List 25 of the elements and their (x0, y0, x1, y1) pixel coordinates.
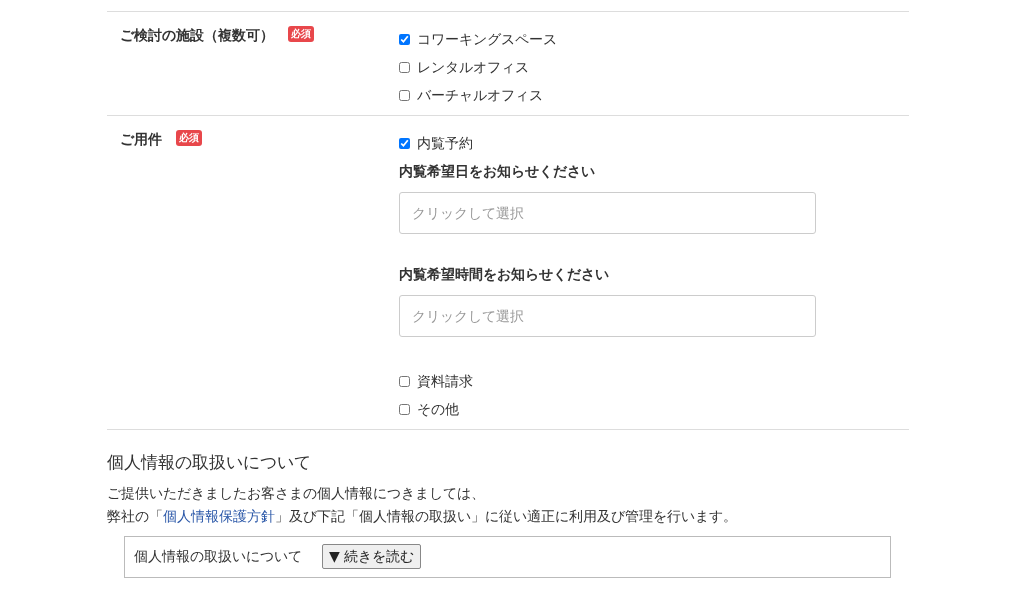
checkbox-label: 内覧予約 (417, 133, 473, 153)
checkbox[interactable] (399, 61, 410, 73)
field-label: 内覧希望日をお知らせください (399, 162, 596, 181)
required-badge: 必須 (288, 26, 314, 42)
checkbox-label: コワーキングスペース (417, 29, 557, 49)
checkbox[interactable] (399, 403, 410, 415)
required-badge: 必須 (176, 130, 202, 146)
checkbox[interactable] (399, 89, 410, 101)
section-heading: 個人情報の取扱いについて (107, 451, 312, 474)
field-label: ご検討の施設（複数可） (120, 26, 274, 45)
field-label: ご用件 (120, 130, 162, 149)
privacy-policy-link[interactable]: 個人情報保護方針 (163, 507, 275, 524)
checkbox[interactable] (399, 137, 410, 149)
checkbox-label: バーチャルオフィス (417, 85, 543, 105)
checkbox[interactable] (399, 33, 410, 45)
field-label: 内覧希望時間をお知らせください (399, 265, 610, 284)
input-field[interactable]: クリックして選択 (399, 192, 816, 234)
privacy-box-label: 個人情報の取扱いについて (134, 547, 302, 567)
checkbox-label: レンタルオフィス (417, 57, 529, 77)
privacy-paragraph: ご提供いただきましたお客さまの個人情報につきましては、 弊社の「個人情報保護方針」及び下記「個人情報の取扱い」に従い適正に利用及び管理を行います。 (107, 483, 738, 526)
read-more-button[interactable]: ▼ 続きを読む (322, 544, 422, 569)
checkbox-label: 資料請求 (417, 371, 473, 391)
checkbox-label: その他 (417, 399, 459, 419)
checkbox[interactable] (399, 375, 410, 387)
input-field[interactable]: クリックして選択 (399, 295, 816, 337)
